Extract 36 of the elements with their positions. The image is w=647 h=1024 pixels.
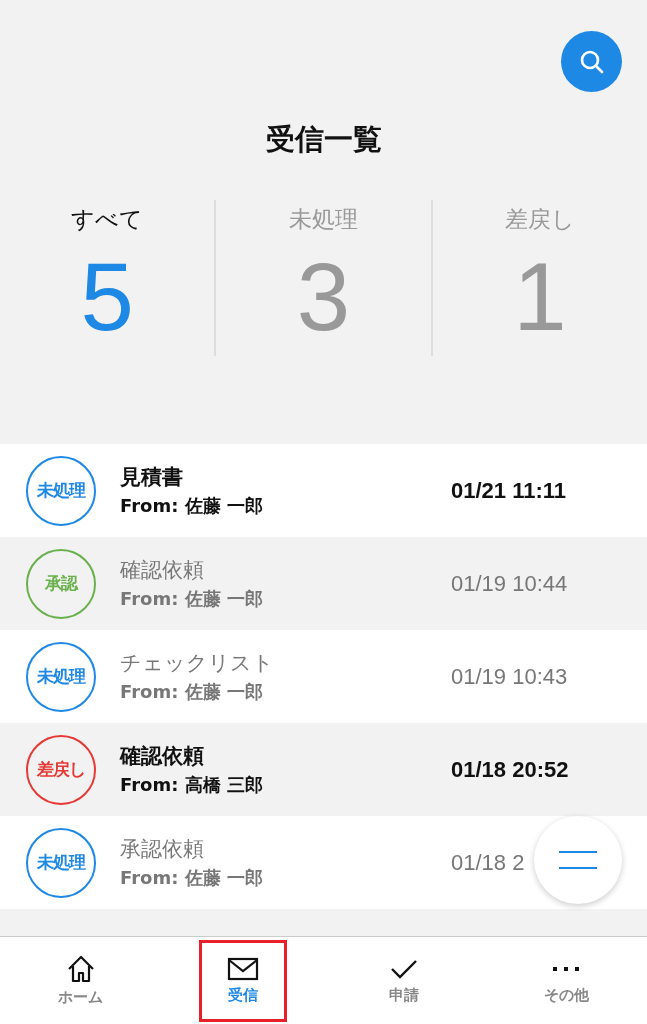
message-row[interactable]: 未処理 見積書 From: 佐藤 一郎 01/21 11:11 <box>0 444 647 537</box>
status-badge: 未処理 <box>26 827 96 898</box>
status-badge: 未処理 <box>26 641 96 712</box>
message-sender: From: 佐藤 一郎 <box>120 587 264 611</box>
message-date: 01/18 2 <box>451 849 525 876</box>
nav-tab[interactable]: ホーム <box>36 939 125 1022</box>
stat-tab[interactable]: 差戻し 1 <box>430 200 647 356</box>
message-title: チェックリスト <box>120 650 275 677</box>
message-date: 01/18 20:52 <box>451 756 569 783</box>
message-date: 01/19 10:44 <box>451 570 568 597</box>
status-badge: 未処理 <box>26 455 96 526</box>
message-title: 確認依頼 <box>120 557 205 584</box>
menu-icon <box>558 850 598 870</box>
search-icon <box>578 48 605 75</box>
message-sender: From: 佐藤 一郎 <box>120 866 264 890</box>
nav-tab[interactable]: 受信 <box>198 939 287 1022</box>
nav-tab[interactable]: 申請 <box>360 939 449 1022</box>
nav-tab[interactable]: その他 <box>522 939 611 1022</box>
mail-icon <box>226 956 259 982</box>
message-row[interactable]: 未処理 チェックリスト From: 佐藤 一郎 01/19 10:43 <box>0 630 647 723</box>
message-row[interactable]: 未処理 承認依頼 From: 佐藤 一郎 01/18 2 <box>0 816 647 909</box>
message-title: 承認依頼 <box>120 836 205 863</box>
message-sender: From: 佐藤 一郎 <box>120 680 264 704</box>
message-title: 確認依頼 <box>120 743 205 770</box>
message-sender: From: 佐藤 一郎 <box>120 494 264 518</box>
stat-tab[interactable]: すべて 5 <box>0 200 215 356</box>
status-badge: 承認 <box>26 548 96 619</box>
message-date: 01/19 10:43 <box>451 663 568 690</box>
stat-tab[interactable]: 未処理 3 <box>214 200 431 356</box>
page-title: 受信一覧 <box>265 121 382 158</box>
more-icon <box>553 967 580 971</box>
message-date: 01/21 11:11 <box>451 477 566 504</box>
search-button[interactable] <box>561 31 622 92</box>
message-sender: From: 高橋 三郎 <box>120 773 264 797</box>
message-title: 見積書 <box>120 464 184 491</box>
status-badge: 差戻し <box>26 734 96 805</box>
